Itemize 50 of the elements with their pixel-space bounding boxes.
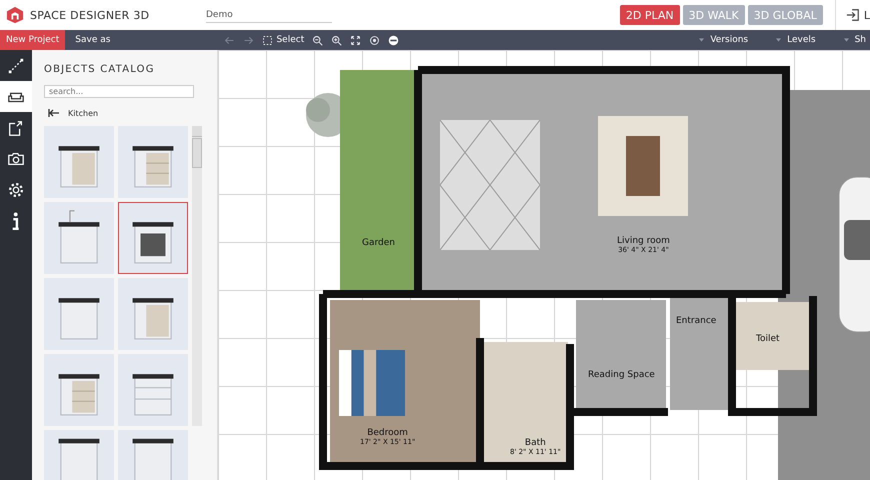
zoom-in-icon[interactable]: [331, 34, 342, 46]
catalog-item[interactable]: [118, 278, 188, 350]
catalog-title: OBJECTS CATALOG: [44, 64, 156, 75]
room-name: Bedroom: [367, 428, 408, 438]
catalog-item[interactable]: [118, 202, 188, 274]
fit-screen-icon[interactable]: [350, 34, 362, 46]
dropdown-menu[interactable]: Versions: [697, 35, 750, 45]
settings-icon: [7, 180, 25, 198]
rail-tab[interactable]: [0, 81, 32, 112]
select-button[interactable]: Select: [262, 34, 304, 46]
login-icon[interactable]: [846, 8, 860, 22]
app-name: SPACE DESIGNER 3D: [30, 8, 150, 22]
dropdown-menu[interactable]: Sh: [842, 35, 868, 45]
room-name: Entrance: [676, 316, 716, 326]
room-name: Toilet: [756, 334, 780, 344]
room-name: Reading Space: [588, 370, 655, 380]
save-as-button[interactable]: Save as: [65, 30, 120, 50]
caret-icon: [844, 38, 849, 42]
search-field[interactable]: search...: [44, 85, 194, 98]
login-label[interactable]: L: [864, 8, 870, 22]
select-icon: [262, 34, 274, 46]
catalog-item[interactable]: [118, 354, 188, 426]
room-name: Garden: [362, 238, 395, 248]
room[interactable]: Toilet: [736, 302, 810, 370]
catalog-item[interactable]: [44, 126, 114, 198]
room[interactable]: Garden: [340, 70, 416, 292]
center-icon[interactable]: [369, 34, 380, 46]
diagonal-line-icon: [7, 56, 25, 74]
catalog-item[interactable]: [44, 202, 114, 274]
info-icon: [12, 212, 20, 230]
catalog-item[interactable]: [44, 278, 114, 350]
measure-icon[interactable]: [388, 34, 400, 46]
export-icon: [7, 118, 25, 136]
catalog-item[interactable]: [118, 126, 188, 198]
view-tab[interactable]: 2D PLAN: [620, 5, 680, 25]
caret-icon: [699, 38, 704, 42]
dropdown-menu[interactable]: Levels: [774, 35, 818, 45]
project-name-field[interactable]: Demo: [206, 8, 332, 22]
back-arrow-icon[interactable]: [48, 108, 60, 118]
room-name: Bath: [524, 438, 546, 448]
category-label: Kitchen: [68, 108, 98, 118]
zoom-out-icon[interactable]: [312, 34, 324, 46]
caret-icon: [776, 38, 782, 42]
scrollbar[interactable]: [192, 126, 202, 426]
catalog-item[interactable]: [44, 354, 114, 426]
room[interactable]: Reading Space: [576, 300, 666, 408]
room-name: Living room: [617, 236, 670, 246]
new-project-button[interactable]: New Project: [0, 30, 66, 50]
logo-icon: [6, 6, 24, 24]
bed-drawing: [336, 350, 408, 416]
